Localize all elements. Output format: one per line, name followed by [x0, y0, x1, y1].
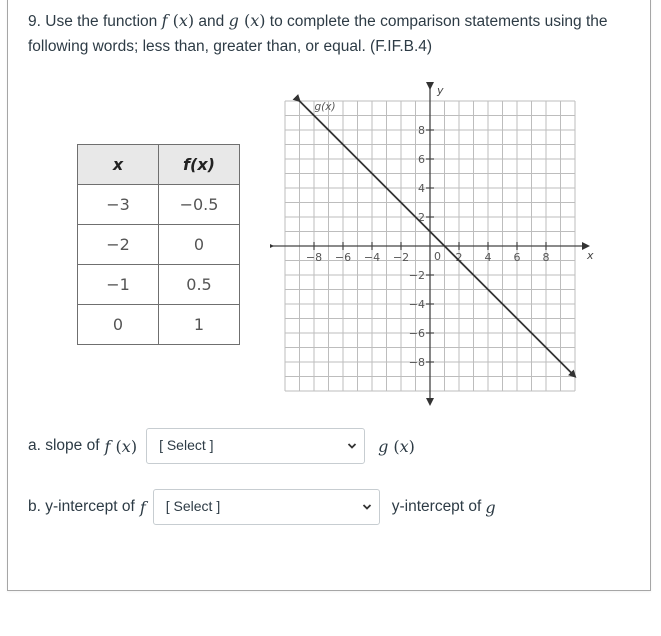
cell-x: 0: [77, 304, 159, 345]
y-tick-label: 6: [418, 153, 425, 166]
cell-x: −2: [77, 224, 159, 265]
cell-x: −1: [77, 264, 159, 305]
slope-comparison-select[interactable]: [ Select ]: [146, 428, 366, 464]
statement-b-right-text: y-intercept of: [391, 498, 482, 515]
y-tick-label: −6: [409, 327, 425, 340]
statement-b-right-math: g: [485, 497, 496, 517]
table-header-row: x f(x): [77, 144, 240, 185]
y-intercept-comparison-select[interactable]: [ Select ]: [152, 489, 380, 525]
cell-fx: 1: [158, 304, 240, 345]
cell-fx: 0: [158, 224, 240, 265]
statement-b-prefix: b. y-intercept of: [28, 498, 135, 515]
statement-b: b. y-intercept of f [ Select ] y-interce…: [28, 489, 496, 525]
select-placeholder: [ Select ]: [159, 437, 214, 453]
cell-fx: −0.5: [158, 184, 240, 225]
g-line-label: g(x): [315, 101, 336, 113]
statement-a-prefix: a. slope of: [28, 437, 100, 454]
x-tick-label: −4: [364, 251, 380, 264]
x-tick-label: 8: [543, 251, 550, 264]
x-tick-label: −6: [335, 251, 351, 264]
x-axis-label: x: [586, 249, 594, 262]
cell-fx: 0.5: [158, 264, 240, 305]
function-f-ref: f (x): [161, 11, 195, 30]
origin-label: 0: [434, 250, 441, 263]
cell-x: −3: [77, 184, 159, 225]
statement-b-left-math: f: [139, 497, 146, 517]
question-number: 9.: [28, 13, 41, 30]
table-row: −2 0: [77, 224, 240, 265]
select-placeholder: [ Select ]: [165, 498, 221, 514]
statement-a-right-math: g (x): [378, 436, 415, 456]
y-axis-label: y: [436, 84, 444, 97]
x-tick-label: −2: [393, 251, 409, 264]
table-row: 0 1: [77, 304, 240, 345]
table-row: −3 −0.5: [77, 184, 240, 225]
g-line: [292, 93, 577, 378]
question-and: and: [198, 13, 225, 30]
chevron-down-icon: [347, 443, 357, 449]
x-tick-label: −8: [306, 251, 322, 264]
y-tick-label: 8: [418, 124, 425, 137]
question-text: 9. Use the function f (x) and g (x) to c…: [28, 8, 638, 59]
g-graph: xy0 −8 −6 −4 −2 2 4 6 88642−2−4−6−8 g(x): [270, 82, 594, 406]
y-tick-label: −8: [409, 356, 425, 369]
column-header-fx: f(x): [158, 144, 240, 185]
y-tick-label: −4: [409, 298, 425, 311]
x-tick-label: 6: [514, 251, 521, 264]
y-tick-label: −2: [409, 269, 425, 282]
function-g-ref: g (x): [228, 11, 266, 30]
table-row: −1 0.5: [77, 264, 240, 305]
column-header-x: x: [77, 144, 159, 185]
series: g(x): [292, 93, 577, 378]
question-intro: Use the function: [45, 13, 158, 30]
statement-a-left-math: f (x): [104, 436, 138, 456]
chevron-down-icon: [362, 504, 371, 510]
statement-a: a. slope of f (x) [ Select ] g (x): [28, 428, 415, 464]
x-tick-label: 4: [485, 251, 492, 264]
f-values-table: x f(x) −3 −0.5 −2 0 −1 0.5 0 1: [77, 144, 240, 345]
y-tick-label: 4: [418, 182, 425, 195]
